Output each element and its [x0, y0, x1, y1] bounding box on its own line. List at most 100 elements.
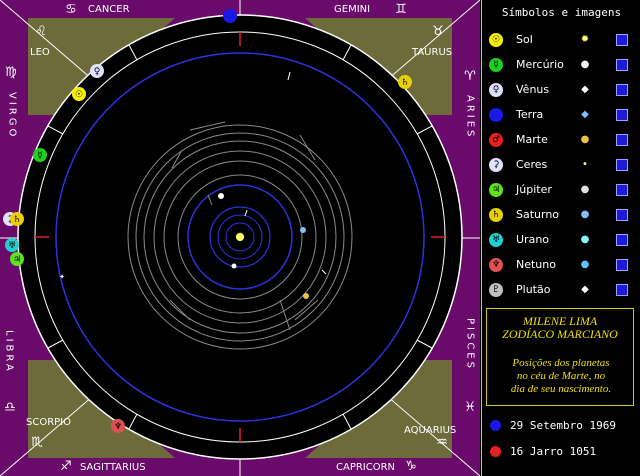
legend-row-terra: Terra ◆	[482, 105, 640, 127]
urano-icon: ♅	[489, 233, 503, 247]
svg-text:♃: ♃	[13, 255, 21, 265]
sol-image-icon: ✹	[580, 34, 590, 45]
toggle-plutao-checkbox[interactable]	[616, 284, 628, 296]
virgo-icon: ♍	[5, 65, 17, 80]
legend-label-plutao: Plutão	[516, 283, 551, 296]
leo-icon: ♌	[35, 24, 47, 39]
info-box: MILENE LIMA ZODÍACO MARCIANO Posições do…	[486, 308, 634, 406]
legend-row-ceres: ⚳ Ceres •	[482, 155, 640, 177]
marte-icon: ♂	[489, 133, 503, 147]
svg-text:☿: ☿	[37, 151, 43, 161]
legend-label-mercurio: Mercúrio	[516, 58, 564, 71]
marker-earth	[223, 9, 237, 23]
sign-label-aquarius: AQUARIUS	[404, 425, 456, 436]
taurus-icon: ♉	[432, 24, 444, 39]
panel-title: Símbolos e imagens	[501, 6, 622, 19]
mars-body	[303, 293, 309, 299]
scorpio-icon: ♏	[31, 435, 43, 450]
sign-label-sagittarius: SAGITTARIUS	[80, 462, 146, 473]
toggle-ceres-checkbox[interactable]	[616, 159, 628, 171]
earth-body	[300, 227, 306, 233]
earth-dot-icon	[490, 420, 501, 431]
urano-image-icon: ●	[580, 234, 590, 245]
svg-text:☉: ☉	[75, 90, 83, 100]
legend-label-jupiter: Júpiter	[516, 183, 552, 196]
legend-label-saturno: Saturno	[516, 208, 560, 221]
legend-row-netuno: ♆ Netuno ●	[482, 255, 640, 277]
sagittarius-icon: ♐	[60, 459, 72, 474]
legend-row-jupiter: ♃ Júpiter ●	[482, 180, 640, 202]
toggle-urano-checkbox[interactable]	[616, 234, 628, 246]
mercury-body	[231, 263, 237, 269]
sign-label-pisces: PISCES	[465, 318, 476, 371]
sign-label-libra: LIBRA	[4, 330, 15, 374]
earth-date-row: 29 Setembro 1969	[482, 416, 640, 436]
sign-label-virgo: VIRGO	[7, 92, 18, 139]
legend-label-venus: Vênus	[516, 83, 550, 96]
toggle-netuno-checkbox[interactable]	[616, 259, 628, 271]
ceres-icon: ⚳	[489, 158, 503, 172]
app-window: ✹ ✦ ♀ ☉ ☿ ⚳ ♄ ♅ ♃ ♄ ♆ CANCER GEMINI LEO …	[0, 0, 640, 476]
mars-date-row: 16 Jarro 1051	[482, 442, 640, 462]
aries-icon: ♈	[464, 69, 476, 84]
mars-dot-icon	[490, 446, 501, 457]
toggle-mercurio-checkbox[interactable]	[616, 59, 628, 71]
legend-row-urano: ♅ Urano ●	[482, 230, 640, 252]
legend-label-terra: Terra	[516, 108, 544, 121]
toggle-sol-checkbox[interactable]	[616, 34, 628, 46]
toggle-jupiter-checkbox[interactable]	[616, 184, 628, 196]
sign-label-taurus: TAURUS	[411, 47, 452, 58]
svg-text:♄: ♄	[401, 78, 409, 88]
venus-icon: ♀	[489, 83, 503, 97]
mercurio-image-icon: ●	[580, 59, 590, 70]
svg-text:♆: ♆	[114, 422, 122, 432]
mars-date: 16 Jarro 1051	[510, 445, 597, 458]
zodiac-chart: ✹ ✦ ♀ ☉ ☿ ⚳ ♄ ♅ ♃ ♄ ♆ CANCER GEMINI LEO …	[0, 0, 480, 476]
sol-icon: ☉	[489, 33, 503, 47]
saturno-icon: ♄	[489, 208, 503, 222]
sign-label-scorpio: SCORPIO	[26, 417, 71, 428]
legend-label-marte: Marte	[516, 133, 548, 146]
plutao-image-icon: ◆	[581, 284, 589, 295]
sign-label-aries: ARIES	[465, 95, 476, 139]
jupiter-icon: ♃	[489, 183, 503, 197]
terra-image-icon: ◆	[581, 109, 589, 120]
info-desc-line2: no céu de Marte, no	[516, 370, 606, 382]
toggle-terra-checkbox[interactable]	[616, 109, 628, 121]
sign-label-leo: LEO	[30, 47, 50, 58]
svg-text:♄: ♄	[13, 215, 21, 225]
legend-row-saturno: ♄ Saturno ●	[482, 205, 640, 227]
venus-image-icon: ◆	[581, 84, 589, 95]
sign-label-capricorn: CAPRICORN	[336, 462, 395, 473]
legend-row-venus: ♀ Vênus ◆	[482, 80, 640, 102]
netuno-icon: ♆	[489, 258, 503, 272]
sign-label-gemini: GEMINI	[334, 4, 370, 15]
legend-label-sol: Sol	[516, 33, 533, 46]
svg-text:✹: ✹	[235, 230, 245, 244]
mercurio-icon: ☿	[489, 58, 503, 72]
legend-label-ceres: Ceres	[516, 158, 548, 171]
gemini-icon: ♊	[395, 2, 407, 17]
pisces-icon: ♓	[464, 400, 476, 415]
info-description: Posições dos planetas no céu de Marte, n…	[490, 357, 632, 396]
libra-icon: ♎	[4, 400, 16, 415]
toggle-saturno-checkbox[interactable]	[616, 209, 628, 221]
jupiter-image-icon: ●	[580, 184, 590, 195]
legend-row-sol: ☉ Sol ✹	[482, 30, 640, 52]
venus-body	[218, 193, 224, 199]
legend-label-urano: Urano	[516, 233, 550, 246]
legend-row-plutao: ♇ Plutão ◆	[482, 280, 640, 302]
legend-panel: Símbolos e imagens ☉ Sol ✹ ☿ Mercúrio ● ♀ Vênus…	[481, 0, 640, 476]
saturno-image-icon: ●	[580, 209, 590, 220]
toggle-venus-checkbox[interactable]	[616, 84, 628, 96]
svg-text:✦: ✦	[59, 273, 65, 281]
info-name: MILENE LIMA ZODÍACO MARCIANO	[487, 315, 633, 341]
terra-icon	[489, 108, 503, 122]
netuno-image-icon: ●	[580, 259, 590, 270]
plutao-icon: ♇	[489, 283, 503, 297]
svg-text:♅: ♅	[8, 241, 16, 251]
info-desc-line3: dia de seu nascimento.	[510, 383, 612, 395]
cancer-icon: ♋	[65, 2, 77, 17]
aquarius-icon: ♒	[436, 435, 448, 450]
toggle-marte-checkbox[interactable]	[616, 134, 628, 146]
